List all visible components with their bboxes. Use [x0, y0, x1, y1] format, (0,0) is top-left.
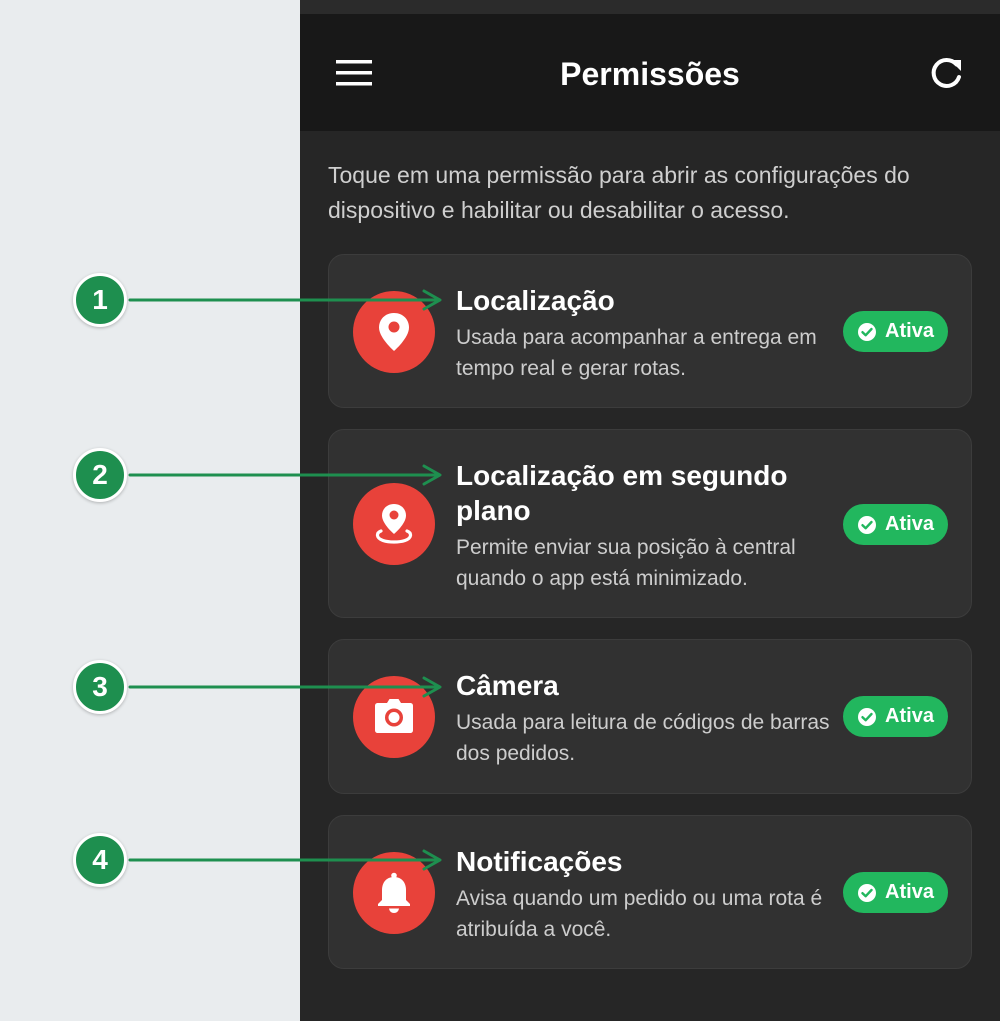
- status-bar: [300, 0, 1000, 14]
- bell-icon: [353, 852, 435, 934]
- permission-card-camera[interactable]: Câmera Usada para leitura de códigos de …: [328, 639, 972, 794]
- permission-card-location[interactable]: Localização Usada para acompanhar a entr…: [328, 254, 972, 408]
- check-circle-icon: [857, 883, 877, 903]
- callout-marker: 4: [73, 833, 127, 887]
- permission-title: Notificações: [456, 846, 623, 877]
- callout-marker: 3: [73, 660, 127, 714]
- status-label: Ativa: [885, 513, 934, 535]
- camera-icon: [353, 676, 435, 758]
- status-label: Ativa: [885, 881, 934, 903]
- permission-title: Câmera: [456, 670, 559, 701]
- permission-title: Localização em segundo plano: [456, 460, 788, 526]
- status-label: Ativa: [885, 320, 934, 342]
- annotation-background: [0, 0, 300, 1021]
- page-title: Permissões: [560, 56, 740, 92]
- status-badge: Ativa: [843, 696, 948, 737]
- permission-description: Usada para leitura de códigos de barras …: [456, 711, 830, 765]
- status-label: Ativa: [885, 705, 934, 727]
- check-circle-icon: [857, 515, 877, 535]
- callout-marker: 2: [73, 448, 127, 502]
- status-badge: Ativa: [843, 311, 948, 352]
- background-location-icon: [353, 483, 435, 565]
- permission-description: Usada para acompanhar a entrega em tempo…: [456, 326, 817, 380]
- app-bar: Permissões: [300, 14, 1000, 131]
- intro-text: Toque em uma permissão para abrir as con…: [328, 162, 910, 223]
- permission-title: Localização: [456, 285, 615, 316]
- refresh-icon[interactable]: [926, 54, 966, 94]
- check-circle-icon: [857, 707, 877, 727]
- menu-icon[interactable]: [330, 56, 378, 92]
- phone-screen: Permissões Toque em uma permissão para a…: [300, 0, 1000, 1021]
- location-pin-icon: [353, 291, 435, 373]
- status-badge: Ativa: [843, 504, 948, 545]
- status-badge: Ativa: [843, 872, 948, 913]
- check-circle-icon: [857, 322, 877, 342]
- permission-description: Avisa quando um pedido ou uma rota é atr…: [456, 887, 823, 941]
- permission-card-notifications[interactable]: Notificações Avisa quando um pedido ou u…: [328, 815, 972, 969]
- callout-marker: 1: [73, 273, 127, 327]
- permission-description: Permite enviar sua posição à central qua…: [456, 536, 796, 590]
- permission-card-background-location[interactable]: Localização em segundo plano Permite env…: [328, 429, 972, 618]
